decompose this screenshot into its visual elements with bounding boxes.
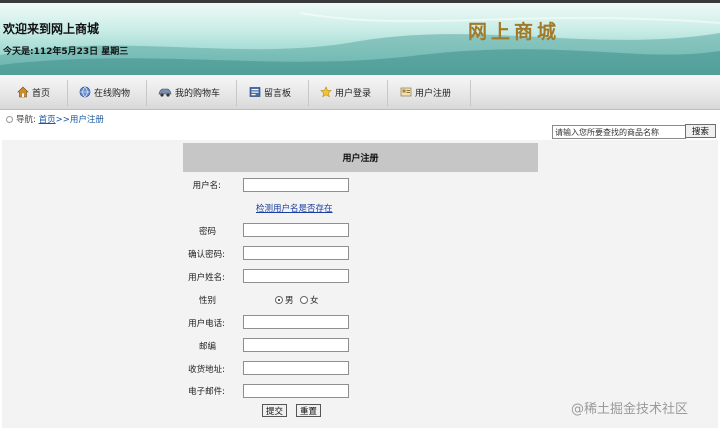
date-text: 今天是:112年5月23日 星期三 bbox=[3, 47, 129, 57]
gender-male-option[interactable]: 男 bbox=[275, 294, 294, 306]
nav-label: 首页 bbox=[32, 88, 51, 99]
search-button[interactable]: 搜索 bbox=[685, 124, 716, 138]
realname-label: 用户姓名: bbox=[188, 273, 225, 283]
main-nav: 首页 在线购物 我的购物车 留言板 用户登录 用户注册 bbox=[0, 75, 720, 110]
reset-button[interactable]: 重置 bbox=[296, 404, 322, 417]
phone-label: 用户电话: bbox=[188, 319, 225, 329]
header-banner: 欢迎来到网上商城 今天是:112年5月23日 星期三 网上商城 bbox=[0, 3, 720, 75]
email-field[interactable] bbox=[243, 384, 349, 398]
site-title: 网上商城 bbox=[468, 21, 561, 43]
nav-label: 用户注册 bbox=[415, 88, 452, 99]
board-icon bbox=[249, 86, 261, 98]
gender-male-radio[interactable] bbox=[275, 296, 283, 304]
nav-divider bbox=[146, 80, 147, 106]
nav-item-login[interactable]: 用户登录 bbox=[320, 75, 371, 109]
password-label: 密码 bbox=[198, 227, 216, 237]
search-input[interactable] bbox=[552, 125, 686, 139]
password-field[interactable] bbox=[243, 223, 349, 237]
address-field[interactable] bbox=[243, 361, 349, 375]
gender-label: 性别 bbox=[198, 296, 216, 306]
nav-item-shopping[interactable]: 在线购物 bbox=[79, 75, 130, 109]
gender-female-radio[interactable] bbox=[300, 296, 308, 304]
nav-item-guestbook[interactable]: 留言板 bbox=[249, 75, 291, 109]
gender-male-label: 男 bbox=[285, 296, 294, 306]
realname-field[interactable] bbox=[243, 269, 349, 283]
watermark-text: @稀土掘金技术社区 bbox=[571, 402, 689, 417]
welcome-text: 欢迎来到网上商城 bbox=[3, 22, 100, 36]
breadcrumb: 导航: 首页>>用户注册 bbox=[6, 113, 104, 125]
email-label: 电子邮件: bbox=[188, 387, 225, 397]
username-label: 用户名: bbox=[192, 181, 221, 191]
zip-label: 邮编 bbox=[198, 342, 216, 352]
gender-female-label: 女 bbox=[310, 296, 319, 306]
breadcrumb-home-link[interactable]: 首页 bbox=[39, 115, 56, 125]
nav-item-register[interactable]: 用户注册 bbox=[400, 75, 451, 109]
confirm-password-label: 确认密码: bbox=[188, 250, 225, 260]
form-title: 用户注册 bbox=[183, 143, 538, 172]
content-area bbox=[2, 140, 718, 428]
breadcrumb-current: 用户注册 bbox=[69, 115, 104, 125]
submit-button[interactable]: 提交 bbox=[262, 404, 288, 417]
nav-label: 留言板 bbox=[264, 88, 292, 99]
check-username-link[interactable]: 检测用户名是否存在 bbox=[256, 202, 333, 214]
confirm-password-field[interactable] bbox=[243, 246, 349, 260]
nav-divider bbox=[387, 80, 388, 106]
nav-item-cart[interactable]: 我的购物车 bbox=[158, 75, 220, 109]
home-icon bbox=[17, 86, 29, 98]
gender-female-option[interactable]: 女 bbox=[300, 294, 319, 306]
nav-label: 在线购物 bbox=[94, 88, 131, 99]
nav-divider bbox=[236, 80, 237, 106]
breadcrumb-prefix: 导航: bbox=[16, 115, 36, 125]
register-icon bbox=[400, 86, 412, 98]
nav-divider bbox=[67, 80, 68, 106]
nav-divider bbox=[470, 80, 471, 106]
nav-label: 用户登录 bbox=[335, 88, 372, 99]
wave-decoration bbox=[0, 12, 720, 75]
star-icon bbox=[320, 86, 332, 98]
bullet-icon bbox=[6, 116, 13, 123]
address-label: 收货地址: bbox=[188, 365, 225, 375]
nav-label: 我的购物车 bbox=[175, 88, 221, 99]
car-icon bbox=[158, 86, 172, 98]
globe-icon bbox=[79, 86, 91, 98]
nav-divider bbox=[308, 80, 309, 106]
zip-field[interactable] bbox=[243, 338, 349, 352]
phone-field[interactable] bbox=[243, 315, 349, 329]
username-field[interactable] bbox=[243, 178, 349, 192]
breadcrumb-separator: >> bbox=[55, 115, 70, 125]
nav-item-home[interactable]: 首页 bbox=[17, 75, 50, 109]
